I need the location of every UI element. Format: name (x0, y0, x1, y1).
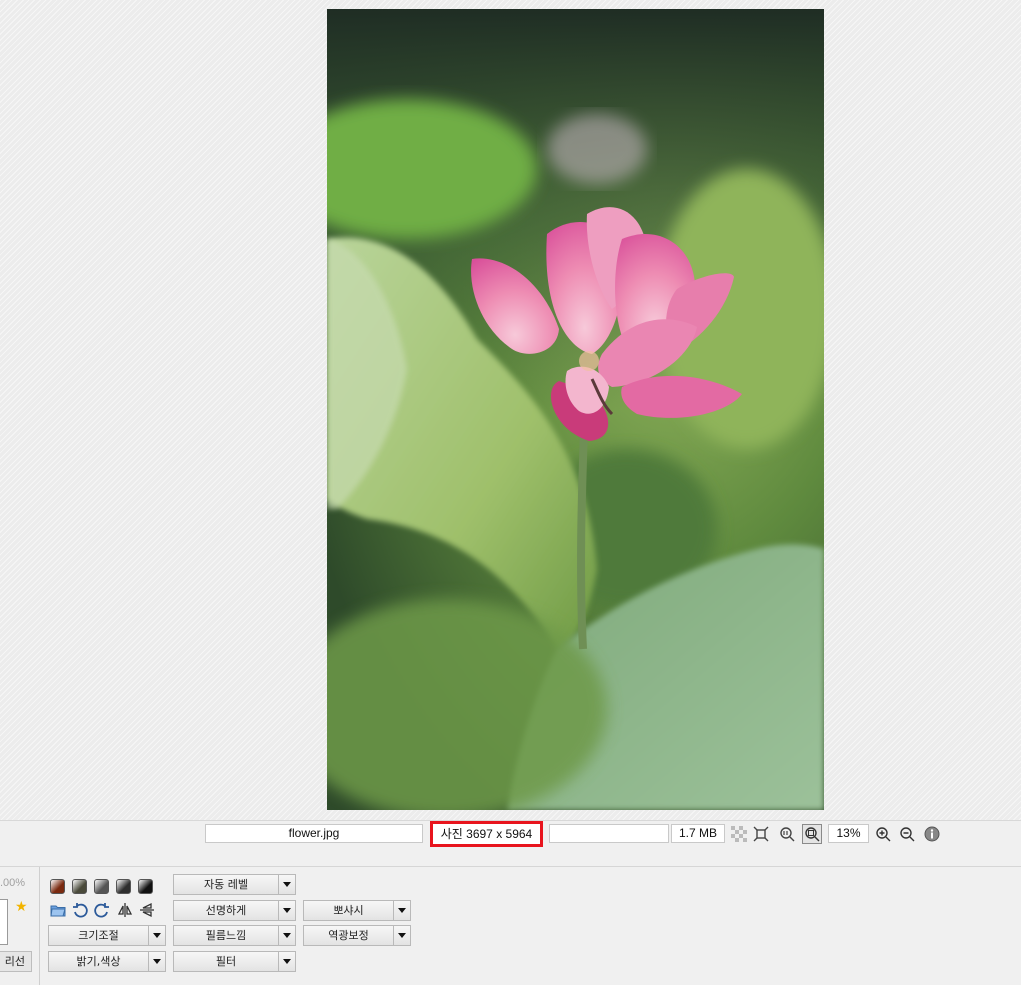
fit-to-window-icon[interactable] (751, 824, 771, 844)
chevron-down-icon[interactable] (394, 926, 410, 945)
backlight-correction-dropdown[interactable]: 역광보정 (303, 925, 411, 946)
zoom-level-field: 13% (828, 824, 869, 843)
film-feel-label: 필름느낌 (174, 926, 279, 945)
chevron-down-icon[interactable] (279, 875, 295, 894)
chevron-down-icon[interactable] (394, 901, 410, 920)
sharpen-label: 선명하게 (174, 901, 279, 920)
filesize-field: 1.7 MB (671, 824, 725, 843)
resize-dropdown[interactable]: 크기조절 (48, 925, 166, 946)
flip-horizontal-icon[interactable] (116, 901, 134, 919)
brightness-color-label: 밝기,색상 (49, 952, 149, 971)
percent-fragment: .00% (0, 877, 26, 889)
actual-size-icon[interactable] (777, 824, 797, 844)
chevron-down-icon[interactable] (279, 901, 295, 920)
soft-focus-label: 뽀샤시 (304, 901, 394, 920)
soft-focus-dropdown[interactable]: 뽀샤시 (303, 900, 411, 921)
star-icon[interactable]: ★ (15, 899, 28, 915)
sharpen-dropdown[interactable]: 선명하게 (173, 900, 296, 921)
left-panel-fragment: .00% ★ 리선 (0, 867, 40, 985)
rotate-right-icon[interactable] (93, 901, 111, 919)
backlight-correction-label: 역광보정 (304, 926, 394, 945)
chevron-down-icon[interactable] (279, 926, 295, 945)
image-canvas[interactable] (0, 0, 1021, 820)
chevron-down-icon[interactable] (149, 926, 165, 945)
zoom-fit-icon[interactable] (802, 824, 822, 844)
rotate-left-icon[interactable] (71, 901, 89, 919)
auto-level-dropdown[interactable]: 자동 레벨 (173, 874, 296, 895)
swatch-olive[interactable] (72, 879, 87, 894)
open-folder-icon[interactable] (49, 901, 67, 919)
transparency-grid-icon[interactable] (729, 824, 749, 844)
film-feel-dropdown[interactable]: 필름느낌 (173, 925, 296, 946)
status-empty-field (549, 824, 669, 843)
flip-vertical-icon[interactable] (138, 901, 156, 919)
chevron-down-icon[interactable] (149, 952, 165, 971)
swatch-sepia[interactable] (50, 879, 65, 894)
filename-field: flower.jpg (205, 824, 423, 843)
edit-toolbar: .00% ★ 리선 크기조절 밝기,색상 자동 레벨 선명하게 필름느낌 필터 … (0, 866, 1021, 985)
swatch-dark[interactable] (116, 879, 131, 894)
fragment-button[interactable]: 리선 (0, 951, 32, 972)
info-icon[interactable] (922, 824, 942, 844)
brightness-color-dropdown[interactable]: 밝기,색상 (48, 951, 166, 972)
filter-label: 필터 (174, 952, 279, 971)
swatch-black[interactable] (138, 879, 153, 894)
zoom-out-icon[interactable] (897, 824, 917, 844)
lotus-photo[interactable] (327, 9, 824, 810)
resize-label: 크기조절 (49, 926, 149, 945)
swatch-gray[interactable] (94, 879, 109, 894)
auto-level-label: 자동 레벨 (174, 875, 279, 894)
status-bar: flower.jpg 사진 3697 x 5964 1.7 MB 13% (0, 820, 1021, 847)
chevron-down-icon[interactable] (279, 952, 295, 971)
image-dimensions-field: 사진 3697 x 5964 (430, 821, 543, 847)
lotus-photo-render (327, 9, 824, 810)
zoom-in-icon[interactable] (873, 824, 893, 844)
fragment-box[interactable] (0, 899, 8, 945)
filter-dropdown[interactable]: 필터 (173, 951, 296, 972)
